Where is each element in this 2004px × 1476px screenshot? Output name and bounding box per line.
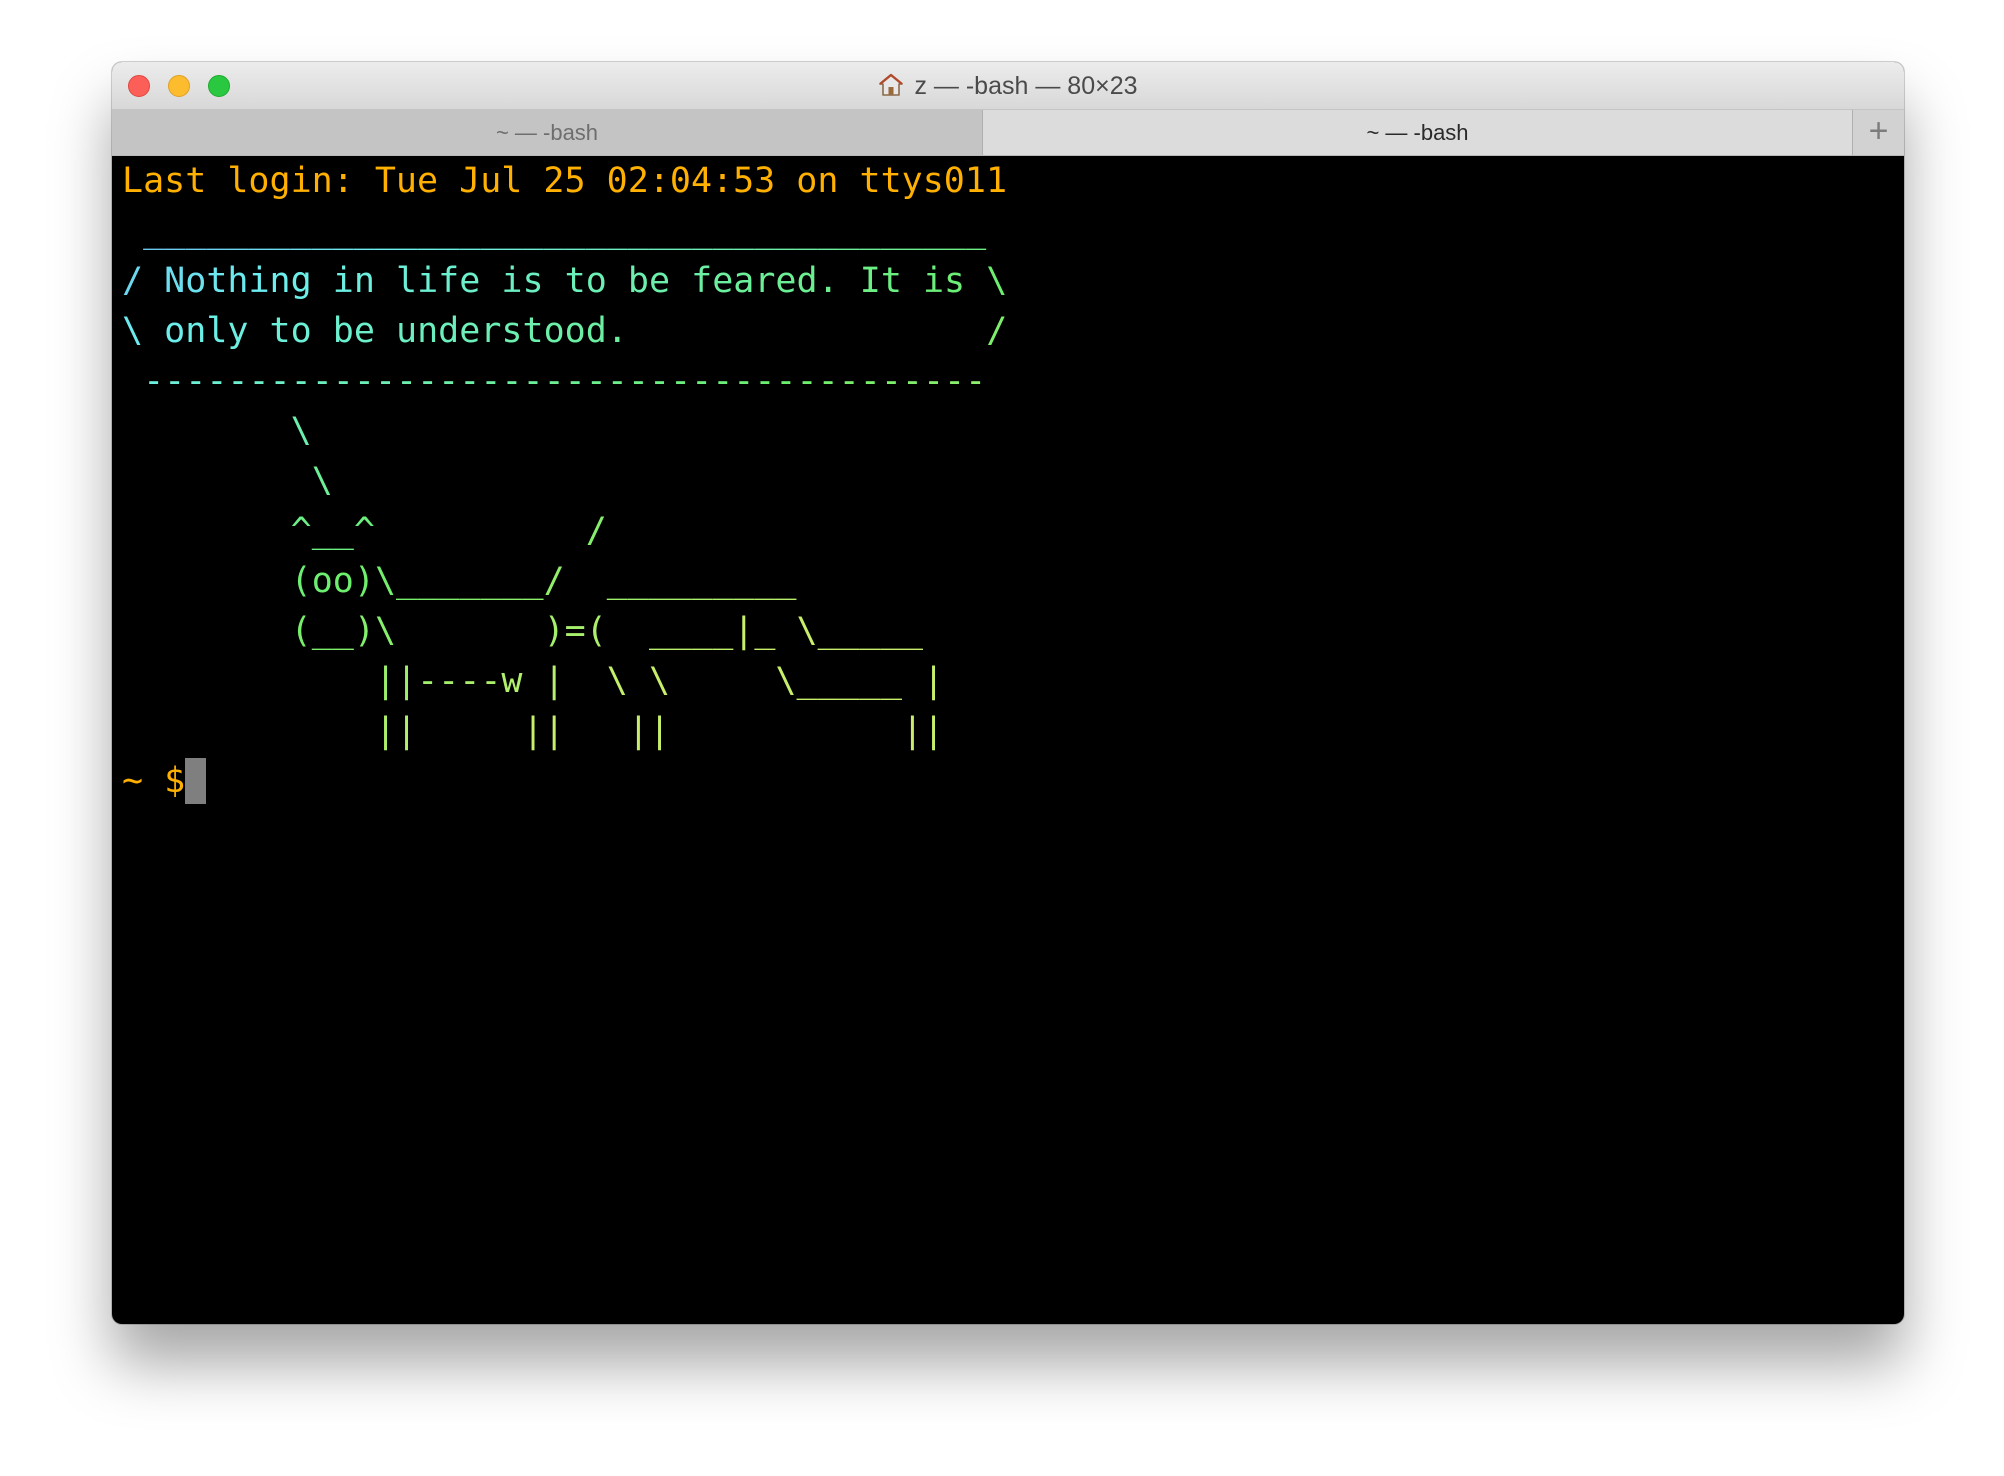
window-title-container: z — -bash — 80×23 xyxy=(112,62,1904,110)
last-login-line: Last login: Tue Jul 25 02:04:53 on ttys0… xyxy=(122,161,1008,201)
cowsay-line: ||----w | \ \ \_____ | xyxy=(374,661,945,701)
cowsay-line: \ xyxy=(290,411,312,451)
cowsay-line: ________________________________________ xyxy=(143,211,987,251)
window-title: z — -bash — 80×23 xyxy=(914,72,1138,100)
tab-bash-2[interactable]: ~ — -bash xyxy=(983,110,1853,155)
text-cursor xyxy=(185,758,207,804)
cowsay-line: \ only to be understood. / xyxy=(122,311,1008,351)
terminal-output[interactable]: Last login: Tue Jul 25 02:04:53 on ttys0… xyxy=(122,156,1894,1316)
new-tab-button[interactable]: + xyxy=(1853,110,1904,155)
tab-label: ~ — -bash xyxy=(495,120,599,145)
tab-bar: ~ — -bash ~ — -bash + xyxy=(112,110,1904,156)
terminal-window: z — -bash — 80×23 ~ — -bash ~ — -bash + … xyxy=(112,62,1904,1324)
cowsay-line: (__)\ )=( ____|_ \_____ xyxy=(290,611,923,651)
cowsay-line: \ xyxy=(311,461,333,501)
cowsay-line: ^__^ / xyxy=(290,511,607,551)
home-icon xyxy=(879,73,904,96)
tab-bash-1[interactable]: ~ — -bash xyxy=(112,110,983,155)
tab-label: ~ — -bash xyxy=(1366,120,1469,145)
cowsay-line: || || || || xyxy=(374,711,945,751)
prompt-line[interactable]: ~ $ xyxy=(122,756,1894,806)
title-bar[interactable]: z — -bash — 80×23 xyxy=(112,62,1904,110)
cowsay-line: (oo)\_______/ _________ xyxy=(290,561,797,601)
plus-icon: + xyxy=(1868,112,1889,150)
shell-prompt: ~ $ xyxy=(122,761,186,801)
cowsay-line: / Nothing in life is to be feared. It is… xyxy=(122,261,1008,301)
cowsay-line: ---------------------------------------- xyxy=(143,361,987,401)
